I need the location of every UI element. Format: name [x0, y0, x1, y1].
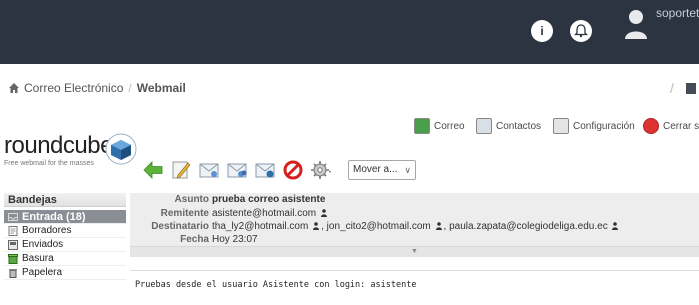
roundcube-cube-icon [105, 133, 137, 165]
roundcube-logo: roundcube Free webmail for the masses [4, 130, 144, 175]
date-label: Fecha [180, 234, 209, 245]
to-label: Destinatario [151, 221, 209, 232]
mailbox-list: Entrada (18) Borradores Enviados Basura … [4, 210, 126, 280]
logout-icon [643, 118, 659, 134]
breadcrumb-item-correo[interactable]: Correo Electrónico [24, 81, 123, 95]
mailboxes-title: Bandejas [4, 193, 126, 207]
chevron-down-icon: ▼ [411, 248, 418, 255]
folder-basura[interactable]: Basura [4, 252, 126, 266]
more-gear-icon[interactable] [310, 159, 332, 181]
breadcrumb-item-webmail: Webmail [136, 81, 186, 95]
breadcrumb-separator-right: / [670, 80, 674, 96]
expand-headers-toggle[interactable]: ▼ [130, 246, 699, 257]
delete-icon[interactable] [282, 159, 304, 181]
add-contact-icon[interactable] [320, 209, 327, 217]
reply-all-icon[interactable] [226, 159, 248, 181]
reply-icon[interactable] [198, 159, 220, 181]
settings-icon [553, 118, 569, 134]
add-contact-icon[interactable] [435, 222, 442, 230]
subject-label: Asunto [174, 194, 209, 205]
chevron-down-icon: ∨ [404, 165, 411, 175]
subject-value: prueba correo asistente [212, 194, 326, 205]
user-name[interactable]: soportet [656, 6, 699, 20]
avatar[interactable] [624, 8, 648, 40]
add-contact-icon[interactable] [313, 222, 320, 230]
forward-icon[interactable] [254, 159, 276, 181]
home-icon[interactable] [8, 82, 20, 94]
document-icon[interactable] [686, 83, 696, 94]
mail-icon [414, 118, 430, 134]
back-arrow-icon[interactable] [142, 159, 164, 181]
folder-papelera[interactable]: Papelera [4, 266, 126, 280]
info-icon[interactable]: i [531, 20, 553, 42]
add-contact-icon[interactable] [612, 222, 619, 230]
from-value[interactable]: asistente@hotmail.com [212, 208, 316, 219]
nav-correo[interactable]: Correo [414, 116, 465, 136]
header-to-row: Destinatario tha_ly2@hotmail.com , jon_c… [130, 220, 699, 233]
header-from-row: Remitente asistente@hotmail.com [130, 207, 699, 220]
folder-borradores[interactable]: Borradores [4, 224, 126, 238]
message-body: Pruebas desde el usuario Asistente con l… [130, 270, 699, 300]
inbox-icon [8, 213, 18, 221]
message-body-text: Pruebas desde el usuario Asistente con l… [135, 280, 417, 290]
top-navbar: i soportet [0, 0, 699, 64]
recipient-3[interactable]: paula.zapata@colegiodeliga.edu.ec [449, 221, 608, 232]
breadcrumb-separator: / [128, 81, 132, 95]
breadcrumb: Correo Electrónico / Webmail / [0, 64, 699, 114]
compose-icon[interactable] [170, 159, 192, 181]
trash-icon [9, 269, 17, 278]
from-label: Remitente [160, 208, 209, 219]
header-date-row: Fecha Hoy 23:07 [130, 233, 699, 246]
nav-cerrar-sesion[interactable]: Cerrar sesión [643, 116, 699, 136]
header-subject-row: Asunto prueba correo asistente [130, 193, 699, 207]
nav-contactos[interactable]: Contactos [476, 116, 541, 136]
junk-icon [8, 254, 18, 264]
move-to-select[interactable]: Mover a... ∨ [348, 160, 416, 180]
bell-icon[interactable] [570, 20, 592, 42]
recipient-2[interactable]: jon_cito2@hotmail.com [327, 221, 431, 232]
message-headers: Asunto prueba correo asistente Remitente… [130, 193, 699, 257]
folder-enviados[interactable]: Enviados [4, 238, 126, 252]
nav-configuracion[interactable]: Configuración [553, 116, 635, 136]
date-value: Hoy 23:07 [212, 234, 258, 245]
drafts-icon [8, 226, 18, 236]
folder-entrada[interactable]: Entrada (18) [4, 210, 126, 224]
recipient-1[interactable]: tha_ly2@hotmail.com [212, 221, 308, 232]
contacts-icon [476, 118, 492, 134]
sent-icon [8, 240, 18, 250]
